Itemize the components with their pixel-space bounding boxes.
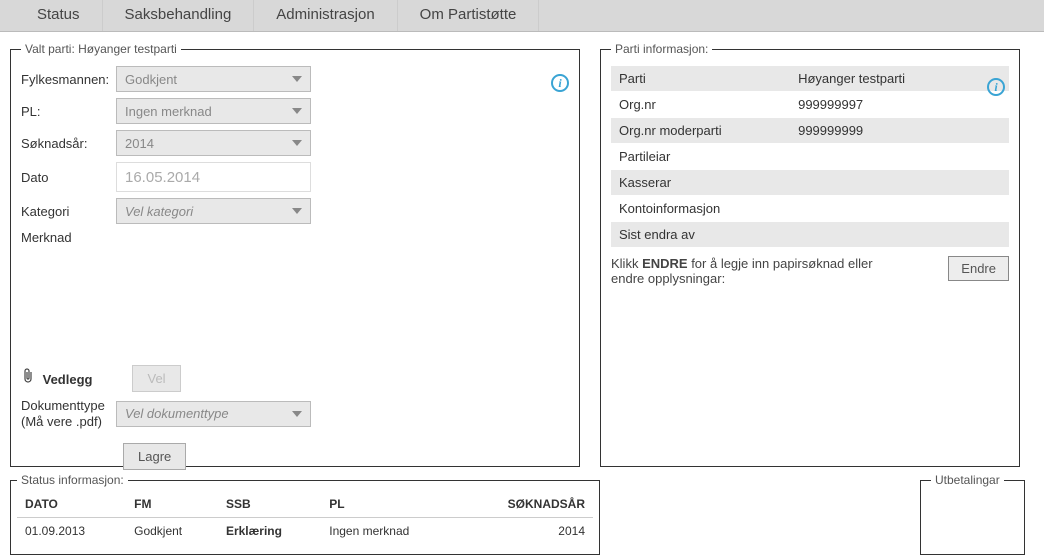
fylkesmannen-dropdown[interactable]: Godkjent bbox=[116, 66, 311, 92]
soknadsar-dropdown[interactable]: 2014 bbox=[116, 130, 311, 156]
soknadsar-label: Søknadsår: bbox=[21, 136, 116, 151]
merknad-label: Merknad bbox=[21, 230, 116, 245]
col-dato: DATO bbox=[17, 491, 126, 518]
dokumenttype-label2: (Må vere .pdf) bbox=[21, 414, 116, 430]
dokumenttype-dropdown[interactable]: Vel dokumenttype bbox=[116, 401, 311, 427]
chevron-down-icon bbox=[292, 208, 302, 214]
col-fm: FM bbox=[126, 491, 218, 518]
vel-button[interactable]: Vel bbox=[132, 365, 180, 392]
dropdown-value: Vel kategori bbox=[125, 204, 193, 219]
dato-input[interactable] bbox=[116, 162, 311, 192]
cell-value bbox=[790, 170, 1009, 196]
chevron-down-icon bbox=[292, 76, 302, 82]
endre-hint-text: Klikk ENDRE for å legje inn papirsøknad … bbox=[611, 256, 891, 286]
cell-value bbox=[790, 196, 1009, 222]
col-soknadsar: SØKNADSÅR bbox=[459, 491, 593, 518]
cell-dato: 01.09.2013 bbox=[17, 518, 126, 545]
dato-label: Dato bbox=[21, 170, 116, 185]
parti-info-table: PartiHøyanger testparti Org.nr999999997 … bbox=[611, 66, 1009, 248]
chevron-down-icon bbox=[292, 108, 302, 114]
utbetalingar-panel: Utbetalingar bbox=[920, 473, 1025, 555]
dropdown-value: Vel dokumenttype bbox=[125, 406, 229, 421]
dropdown-value: Godkjent bbox=[125, 72, 177, 87]
cell-ssb: Erklæring bbox=[218, 518, 321, 545]
tab-saksbehandling[interactable]: Saksbehandling bbox=[103, 0, 255, 31]
chevron-down-icon bbox=[292, 140, 302, 146]
table-row: Kontoinformasjon bbox=[611, 196, 1009, 222]
cell-label: Kasserar bbox=[611, 170, 790, 196]
tab-om-partistotte[interactable]: Om Partistøtte bbox=[398, 0, 540, 31]
kategori-label: Kategori bbox=[21, 204, 116, 219]
cell-value: 999999997 bbox=[790, 92, 1009, 118]
paperclip-icon bbox=[21, 368, 35, 389]
cell-label: Kontoinformasjon bbox=[611, 196, 790, 222]
table-row: PartiHøyanger testparti bbox=[611, 66, 1009, 92]
tab-administrasjon[interactable]: Administrasjon bbox=[254, 0, 397, 31]
col-pl: PL bbox=[321, 491, 459, 518]
dokumenttype-label: Dokumenttype bbox=[21, 398, 116, 414]
col-ssb: SSB bbox=[218, 491, 321, 518]
cell-label: Org.nr moderparti bbox=[611, 118, 790, 144]
cell-value: 999999999 bbox=[790, 118, 1009, 144]
table-row: Partileiar bbox=[611, 144, 1009, 170]
cell-value: Høyanger testparti bbox=[790, 66, 1009, 92]
table-row: 01.09.2013 Godkjent Erklæring Ingen merk… bbox=[17, 518, 593, 545]
status-table: DATO FM SSB PL SØKNADSÅR 01.09.2013 Godk… bbox=[17, 491, 593, 544]
dropdown-value: 2014 bbox=[125, 136, 154, 151]
tab-status[interactable]: Status bbox=[15, 0, 103, 31]
cell-soknadsar: 2014 bbox=[459, 518, 593, 545]
valt-parti-panel: Valt parti: Høyanger testparti i Fylkesm… bbox=[10, 42, 580, 467]
table-row: Sist endra av bbox=[611, 222, 1009, 248]
lagre-button[interactable]: Lagre bbox=[123, 443, 186, 470]
info-icon[interactable]: i bbox=[551, 74, 569, 92]
cell-pl: Ingen merknad bbox=[321, 518, 459, 545]
vedlegg-title: Vedlegg bbox=[43, 372, 93, 387]
cell-label: Parti bbox=[611, 66, 790, 92]
table-row: Org.nr999999997 bbox=[611, 92, 1009, 118]
status-informasjon-panel: Status informasjon: DATO FM SSB PL SØKNA… bbox=[10, 473, 600, 555]
cell-fm: Godkjent bbox=[126, 518, 218, 545]
dropdown-value: Ingen merknad bbox=[125, 104, 212, 119]
status-informasjon-legend: Status informasjon: bbox=[17, 473, 128, 487]
cell-label: Sist endra av bbox=[611, 222, 790, 248]
pl-label: PL: bbox=[21, 104, 116, 119]
parti-informasjon-panel: Parti informasjon: i PartiHøyanger testp… bbox=[600, 42, 1020, 467]
table-row: Org.nr moderparti999999999 bbox=[611, 118, 1009, 144]
info-icon[interactable]: i bbox=[987, 78, 1005, 96]
table-row: Kasserar bbox=[611, 170, 1009, 196]
cell-label: Partileiar bbox=[611, 144, 790, 170]
parti-informasjon-legend: Parti informasjon: bbox=[611, 42, 712, 56]
chevron-down-icon bbox=[292, 411, 302, 417]
valt-parti-legend: Valt parti: Høyanger testparti bbox=[21, 42, 181, 56]
pl-dropdown[interactable]: Ingen merknad bbox=[116, 98, 311, 124]
kategori-dropdown[interactable]: Vel kategori bbox=[116, 198, 311, 224]
endre-button[interactable]: Endre bbox=[948, 256, 1009, 281]
cell-value bbox=[790, 144, 1009, 170]
utbetalingar-legend: Utbetalingar bbox=[931, 473, 1004, 487]
cell-value bbox=[790, 222, 1009, 248]
cell-label: Org.nr bbox=[611, 92, 790, 118]
fylkesmannen-label: Fylkesmannen: bbox=[21, 72, 116, 87]
top-nav: Status Saksbehandling Administrasjon Om … bbox=[0, 0, 1044, 32]
